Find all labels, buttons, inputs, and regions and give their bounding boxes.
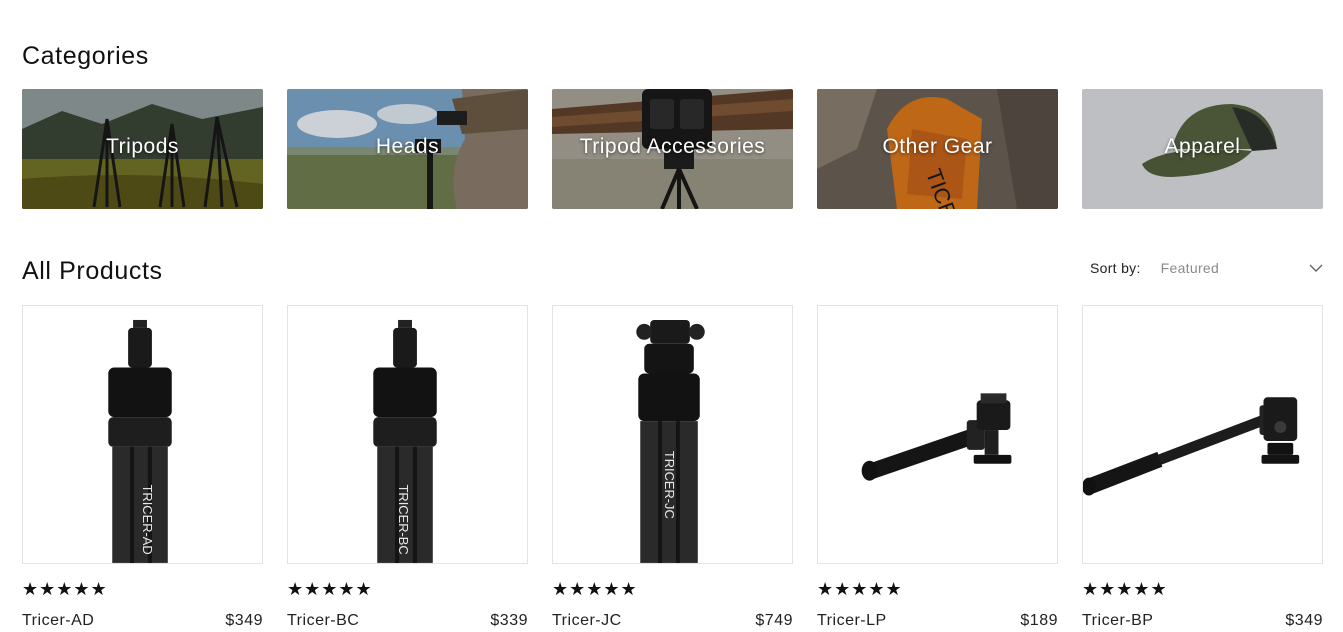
category-label: Tripods [106,135,179,158]
category-tile-other-gear[interactable]: TICER Other Gear [817,89,1058,209]
product-image[interactable]: TRICER-JC [552,305,793,564]
leg-text: TRICER-JC [662,451,677,519]
rating-stars: ★★★★★ [817,579,903,599]
product-name[interactable]: Tricer-BP [1082,612,1153,630]
rating-stars: ★★★★★ [1082,579,1168,599]
category-label: Tripod Accessories [579,135,766,158]
sort-value: Featured [1160,260,1220,276]
category-label: Apparel [1164,135,1241,158]
category-tile-tripod-accessories[interactable]: Tripod Accessories [552,89,793,209]
product-image[interactable]: TRICER-BC [287,305,528,564]
sort-dropdown[interactable]: Featured [1161,260,1323,276]
product-name[interactable]: Tricer-BC [287,612,359,630]
chevron-down-icon [1309,264,1323,272]
product-image[interactable] [817,305,1058,564]
sort-label: Sort by: [1090,260,1141,276]
category-label: Other Gear [882,135,993,158]
product-price: $749 [755,612,793,629]
product-price: $349 [1285,612,1323,629]
product-price: $349 [225,612,263,629]
category-list: Tripods Heads Tripod Accessories Other G… [22,89,1323,209]
product-card[interactable]: ★★★★★ Tricer-LP $189 [817,305,1058,630]
category-tile-tripods[interactable]: Tripods [22,89,263,209]
leg-text: TRICER-AD [140,485,155,555]
all-products-heading: All Products [22,257,163,285]
product-image[interactable] [1082,305,1323,564]
product-card[interactable]: TRICER-JC ★★★★★ Tricer-JC $749 [552,305,793,630]
product-name[interactable]: Tricer-JC [552,612,622,630]
leg-text: TRICER-BC [396,485,411,555]
rating-stars: ★★★★★ [287,579,373,599]
category-label: Heads [375,135,440,158]
product-price: $339 [490,612,528,629]
product-card[interactable]: TRICER-AD ★★★★★ Tricer-AD $349 [22,305,263,630]
product-image[interactable]: TRICER-AD [22,305,263,564]
product-card[interactable]: TRICER-BC ★★★★★ Tricer-BC $339 [287,305,528,630]
product-card[interactable]: ★★★★★ Tricer-BP $349 [1082,305,1323,630]
sort-control: Sort by: Featured [1090,258,1323,278]
product-grid: TRICER-AD ★★★★★ Tricer-AD $349 TRICER-BC… [22,305,1323,630]
product-name[interactable]: Tricer-AD [22,612,94,630]
category-tile-heads[interactable]: Heads [287,89,528,209]
category-tile-apparel[interactable]: Apparel [1082,89,1323,209]
rating-stars: ★★★★★ [552,579,638,599]
categories-heading: Categories [22,42,149,70]
product-price: $189 [1020,612,1058,629]
product-name[interactable]: Tricer-LP [817,612,887,630]
rating-stars: ★★★★★ [22,579,108,599]
